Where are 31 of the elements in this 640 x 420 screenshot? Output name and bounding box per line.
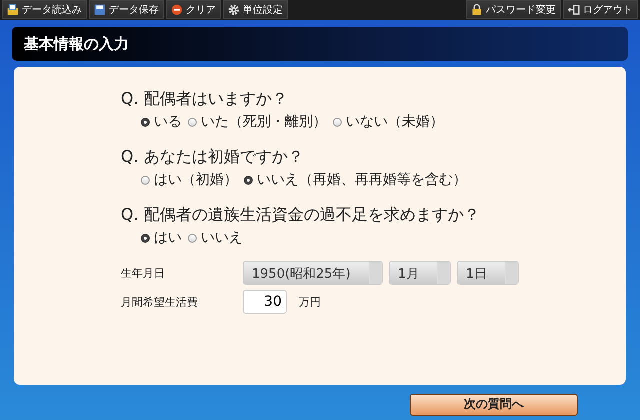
question-text: Q. 配偶者の遺族生活資金の過不足を求めますか？ <box>121 204 481 226</box>
toolbar-button[interactable]: 単位設定 <box>223 0 288 19</box>
field-label: 生年月日 <box>121 266 166 280</box>
radio-option[interactable]: いいえ <box>188 227 243 249</box>
radio-option[interactable]: いた（死別・離別） <box>188 111 327 133</box>
radio-option[interactable]: いいえ（再婚、再再婚等を含む） <box>244 169 467 191</box>
living-cost-input[interactable]: 30 <box>243 290 287 314</box>
unit-label: 万円 <box>299 294 321 310</box>
day-select[interactable]: 1日 <box>457 261 519 285</box>
field-label: 月間希望生活費 <box>121 294 199 310</box>
page-title: 基本情報の入力 <box>24 34 129 54</box>
logout-icon <box>568 4 580 16</box>
radio-option[interactable]: いる <box>141 111 182 133</box>
lock-icon <box>471 4 483 16</box>
minus-circle-icon <box>171 4 183 16</box>
toolbar-button[interactable]: ログアウト <box>563 0 638 19</box>
toolbar-button[interactable]: クリア <box>166 0 221 19</box>
question-text: Q. 配偶者はいますか？ <box>121 88 289 110</box>
toolbar-button[interactable]: データ保存 <box>89 0 164 19</box>
floppy-icon <box>94 4 106 16</box>
question-text: Q. あなたは初婚ですか？ <box>121 146 305 168</box>
toolbar-button[interactable]: パスワード変更 <box>466 0 561 19</box>
radio-option[interactable]: はい（初婚） <box>141 169 238 191</box>
radio-option[interactable]: いない（未婚） <box>333 111 444 133</box>
radio-option[interactable]: はい <box>141 227 182 249</box>
folder-icon <box>7 4 19 16</box>
year-select[interactable]: 1950(昭和25年) <box>243 261 383 285</box>
month-select[interactable]: 1月 <box>389 261 451 285</box>
settings-icon <box>228 4 240 16</box>
toolbar-button[interactable]: データ読込み <box>2 0 87 19</box>
next-button[interactable]: 次の質問へ <box>410 394 578 416</box>
